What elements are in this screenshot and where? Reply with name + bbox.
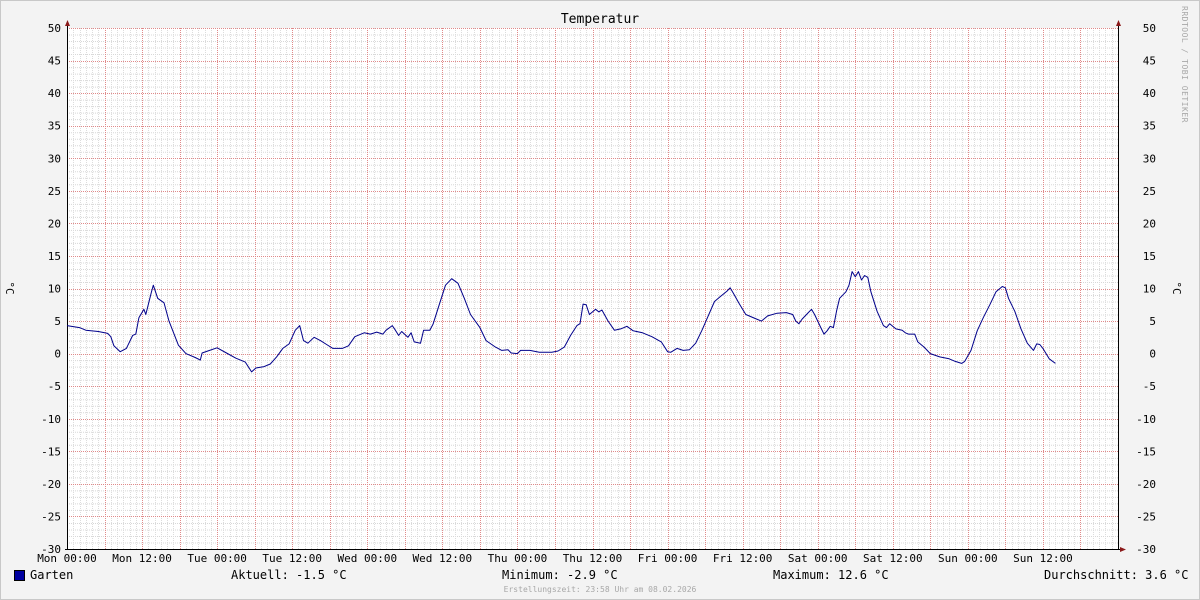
y-tick-label-left: -20 <box>41 478 61 491</box>
y-tick-label-right: -10 <box>1136 413 1156 426</box>
y-axis-label-right: °C <box>1170 281 1183 294</box>
y-tick-label-right: 15 <box>1143 250 1156 263</box>
y-tick-label-right: -25 <box>1136 510 1156 523</box>
rrdtool-credit: RRDTOOL / TOBI OETIKER <box>1180 6 1189 123</box>
x-tick-label: Fri 00:00 <box>638 552 698 565</box>
temperature-chart: 50 5045 4540 4035 3530 3025 2520 2015 1510 105 50 0… <box>3 12 1183 565</box>
y-tick-label-right: 50 <box>1143 22 1156 35</box>
y-tick-label-right: -15 <box>1136 445 1156 458</box>
y-tick-label-left: -25 <box>41 510 61 523</box>
y-tick-label-left: 45 <box>48 55 61 68</box>
y-tick-label-left: -5 <box>48 380 61 393</box>
y-tick-label-left: 25 <box>48 185 61 198</box>
y-tick-label-right: 10 <box>1143 283 1156 296</box>
y-tick-label-left: 5 <box>54 315 61 328</box>
x-tick-label: Tue 12:00 <box>262 552 322 565</box>
y-tick-label-left: 0 <box>54 348 61 361</box>
x-tick-label: Sun 12:00 <box>1013 552 1073 565</box>
legend-series-label: Garten <box>30 568 74 582</box>
y-axis-arrow-right <box>1116 20 1121 26</box>
x-tick-label: Wed 12:00 <box>413 552 473 565</box>
x-tick-label: Fri 12:00 <box>713 552 773 565</box>
y-tick-label-right: 45 <box>1143 55 1156 68</box>
legend-average: Durchschnitt: 3.6 °C <box>1044 568 1189 582</box>
legend-swatch-garten <box>14 570 25 581</box>
y-tick-label-left: 40 <box>48 87 61 100</box>
y-tick-label-right: 5 <box>1149 315 1156 328</box>
x-axis-arrow <box>1120 547 1126 552</box>
y-tick-label-left: 15 <box>48 250 61 263</box>
y-tick-label-left: 30 <box>48 152 61 165</box>
y-tick-label-left: 50 <box>48 22 61 35</box>
y-tick-label-left: -15 <box>41 445 61 458</box>
x-tick-label: Sun 00:00 <box>938 552 998 565</box>
y-tick-label-left: 10 <box>48 283 61 296</box>
legend-maximum: Maximum: 12.6 °C <box>773 568 889 582</box>
legend-minimum: Minimum: -2.9 °C <box>502 568 618 582</box>
plot-area <box>67 28 1118 549</box>
creation-timestamp: Erstellungszeit: 23:58 Uhr am 08.02.2026 <box>503 585 697 594</box>
y-tick-label-right: 35 <box>1143 120 1156 133</box>
x-tick-label: Sat 00:00 <box>788 552 848 565</box>
y-tick-label-right: 0 <box>1149 348 1156 361</box>
legend-current: Aktuell: -1.5 °C <box>231 568 347 582</box>
x-tick-label: Thu 12:00 <box>563 552 623 565</box>
y-tick-label-right: 40 <box>1143 87 1156 100</box>
y-tick-label-left: 35 <box>48 120 61 133</box>
y-tick-label-right: -5 <box>1143 380 1156 393</box>
y-tick-label-right: 20 <box>1143 217 1156 230</box>
x-tick-label: Mon 00:00 <box>37 552 97 565</box>
y-tick-label-right: -30 <box>1136 543 1156 556</box>
x-tick-label: Tue 00:00 <box>187 552 247 565</box>
y-tick-label-right: -20 <box>1136 478 1156 491</box>
x-tick-label: Thu 00:00 <box>488 552 548 565</box>
x-tick-label: Sat 12:00 <box>863 552 923 565</box>
y-axis-label-left: °C <box>3 281 16 294</box>
y-axis-arrow-left <box>65 20 70 26</box>
y-tick-label-right: 25 <box>1143 185 1156 198</box>
y-tick-label-left: 20 <box>48 217 61 230</box>
chart-title: Temperatur <box>561 12 639 27</box>
y-tick-label-right: 30 <box>1143 152 1156 165</box>
x-tick-label: Mon 12:00 <box>112 552 172 565</box>
x-tick-label: Wed 00:00 <box>337 552 397 565</box>
y-tick-label-left: -10 <box>41 413 61 426</box>
